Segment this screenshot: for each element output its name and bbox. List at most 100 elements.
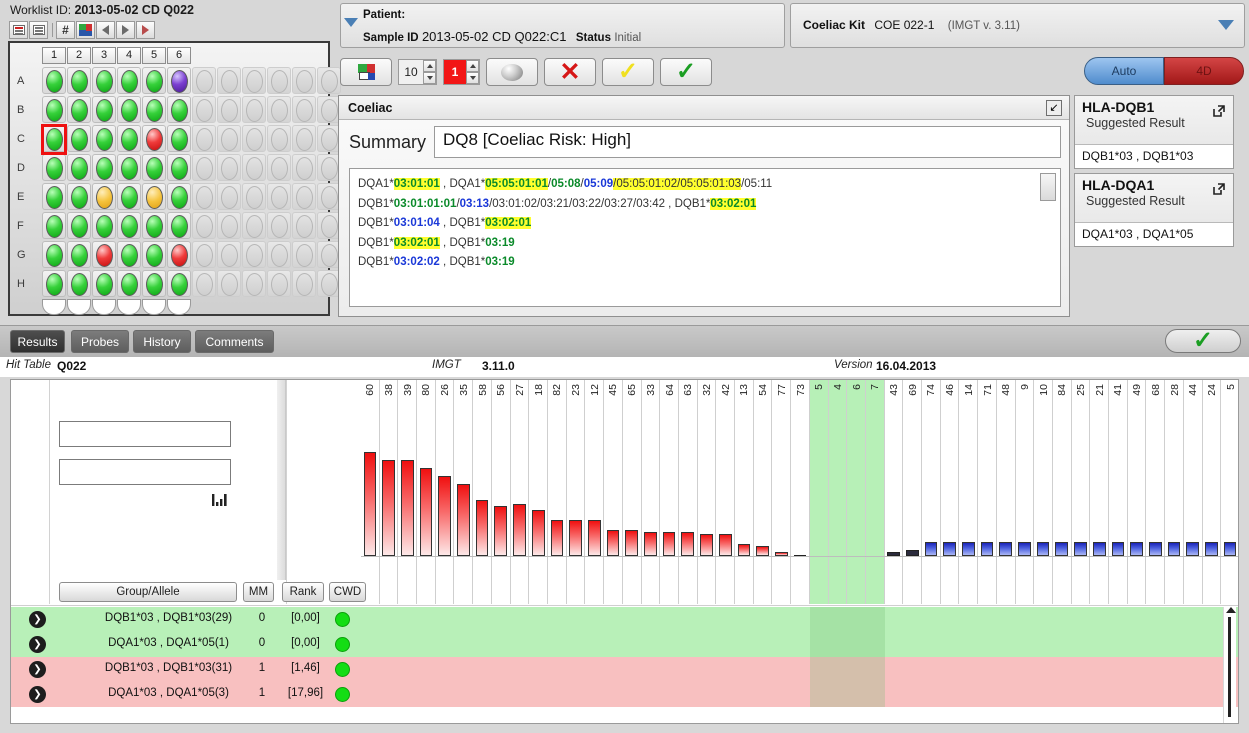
plate-well-H4[interactable]	[117, 270, 141, 297]
tab-results[interactable]: Results	[10, 330, 65, 353]
chart-bar[interactable]	[1223, 542, 1237, 556]
tab-comments[interactable]: Comments	[195, 330, 274, 353]
chart-column[interactable]	[1053, 380, 1072, 604]
plate-row-C[interactable]: C	[17, 125, 26, 154]
chart-bar[interactable]	[363, 452, 377, 556]
plate-well-empty[interactable]	[267, 270, 291, 297]
chart-bar[interactable]	[1055, 542, 1069, 556]
plate-well-E5[interactable]	[142, 183, 166, 210]
plate-wells[interactable]	[42, 67, 342, 299]
chart-column[interactable]	[865, 380, 885, 604]
plate-well-A6[interactable]	[167, 67, 191, 94]
plate-well-B1[interactable]	[42, 96, 66, 123]
plate-well-empty[interactable]	[192, 96, 216, 123]
chart-column[interactable]	[791, 380, 810, 604]
chart-bar[interactable]	[382, 460, 395, 556]
plate-well-empty[interactable]	[267, 154, 291, 181]
chart-bar[interactable]	[419, 468, 433, 556]
patient-panel[interactable]: Patient: Sample ID 2013-05-02 CD Q022:C1…	[340, 3, 785, 48]
plate-well-C4[interactable]	[117, 125, 141, 152]
chevron-right-circle-icon[interactable]: ❯	[29, 661, 46, 678]
hla-card-dqb1[interactable]: HLA-DQB1 Suggested Result DQB1*03 , DQB1…	[1074, 95, 1234, 169]
prev-icon[interactable]	[96, 20, 115, 39]
plate-well-D1[interactable]	[42, 154, 66, 181]
plate-well-empty[interactable]	[292, 183, 316, 210]
column-header-cwd[interactable]: CWD	[329, 582, 366, 602]
filter-scrollbar[interactable]	[277, 380, 286, 580]
plate-well-empty[interactable]	[242, 212, 266, 239]
plate-well-empty[interactable]	[267, 183, 291, 210]
plate-well-empty[interactable]	[267, 67, 291, 94]
chart-column[interactable]	[1072, 380, 1091, 604]
plate-well-B5[interactable]	[142, 96, 166, 123]
plate-well-D6[interactable]	[167, 154, 191, 181]
chevron-right-circle-icon[interactable]: ❯	[29, 611, 46, 628]
plate-well-empty[interactable]	[192, 67, 216, 94]
chart-bar[interactable]	[999, 542, 1013, 556]
priority-down-icon[interactable]	[466, 72, 479, 84]
chart-column[interactable]	[922, 380, 941, 604]
chart-column[interactable]	[847, 380, 866, 604]
plate-well-empty[interactable]	[267, 96, 291, 123]
column-header-mm[interactable]: MM	[243, 582, 274, 602]
chart-column[interactable]	[1016, 380, 1035, 604]
image-icon[interactable]	[76, 20, 95, 39]
table-scrollbar[interactable]	[1223, 607, 1236, 723]
chart-column[interactable]	[567, 380, 586, 604]
column-header-rank[interactable]: Rank	[282, 582, 324, 602]
scrollbar-thumb[interactable]	[1228, 617, 1231, 717]
plate-well-G1[interactable]	[42, 241, 66, 268]
plate-row-G[interactable]: G	[17, 241, 26, 270]
probe-bar-chart[interactable]: 60 38 39 80 26 35 58 56 27 18 82 23 12 45 65 33 64 63 32 42…	[361, 380, 1238, 604]
plate-well-empty[interactable]	[242, 154, 266, 181]
plate-well-empty[interactable]	[217, 270, 241, 297]
plate-well-D3[interactable]	[92, 154, 116, 181]
plate-well-D4[interactable]	[117, 154, 141, 181]
plate-column-3[interactable]: 3	[92, 47, 116, 64]
plate-well-E2[interactable]	[67, 183, 91, 210]
chevron-right-circle-icon[interactable]: ❯	[29, 686, 46, 703]
plate-well-A2[interactable]	[67, 67, 91, 94]
bar-chart-icon[interactable]	[212, 493, 229, 507]
chart-bar[interactable]	[1148, 542, 1162, 556]
chart-column[interactable]	[492, 380, 511, 604]
chart-column[interactable]	[809, 380, 829, 604]
chart-column[interactable]	[548, 380, 567, 604]
stepper-up-icon[interactable]	[423, 60, 436, 72]
plate-well-empty[interactable]	[242, 241, 266, 268]
chart-column[interactable]	[716, 380, 736, 604]
chart-column[interactable]	[660, 380, 679, 604]
plate-well-E4[interactable]	[117, 183, 141, 210]
plate-well-B6[interactable]	[167, 96, 191, 123]
open-external-icon[interactable]	[1212, 104, 1226, 118]
tab-history[interactable]: History	[133, 330, 191, 353]
plate-well-empty[interactable]	[292, 212, 316, 239]
allele-scrollbar[interactable]	[1040, 173, 1056, 201]
open-external-icon[interactable]	[1212, 182, 1226, 196]
plate-well-G4[interactable]	[117, 241, 141, 268]
auto-button[interactable]: Auto	[1084, 57, 1164, 85]
plate-well-empty[interactable]	[192, 183, 216, 210]
plate-column-5[interactable]: 5	[142, 47, 166, 64]
chart-bar[interactable]	[438, 476, 451, 556]
chevron-down-icon[interactable]	[344, 18, 358, 27]
table-row[interactable]: ❯ DQB1*03 , DQB1*03(29) 0 [0,00]	[11, 607, 1238, 632]
plate-well-F4[interactable]	[117, 212, 141, 239]
chart-bar[interactable]	[457, 484, 470, 556]
plate-well-empty[interactable]	[217, 241, 241, 268]
chart-column[interactable]	[623, 380, 642, 604]
minimize-icon[interactable]: ↙	[1046, 100, 1062, 116]
plate-well-A4[interactable]	[117, 67, 141, 94]
plate-well-empty[interactable]	[292, 241, 316, 268]
chart-column[interactable]	[1146, 380, 1166, 604]
chart-bar[interactable]	[662, 532, 676, 556]
chart-column[interactable]	[1109, 380, 1128, 604]
plate-well-empty[interactable]	[217, 154, 241, 181]
chart-bar[interactable]	[1018, 542, 1031, 556]
confirm-button[interactable]: ✓	[1165, 329, 1241, 353]
plate-well-G5[interactable]	[142, 241, 166, 268]
chart-bar[interactable]	[1167, 542, 1181, 556]
hash-icon[interactable]: #	[56, 20, 75, 39]
stepper-down-icon[interactable]	[423, 72, 436, 84]
plate-well-empty[interactable]	[242, 67, 266, 94]
